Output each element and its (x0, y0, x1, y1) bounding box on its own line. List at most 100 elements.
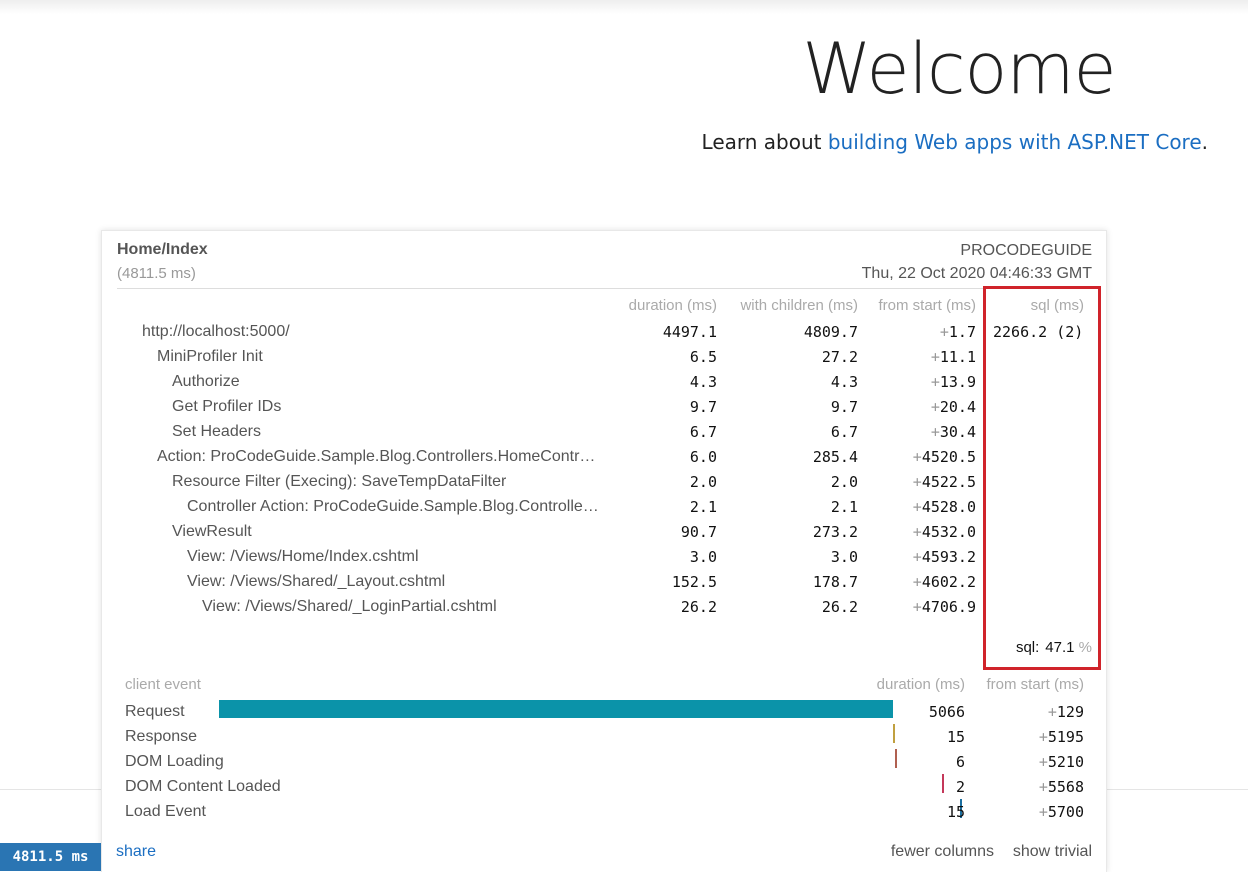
timing-duration: 9.7 (689, 398, 717, 416)
plus-sign: + (1038, 803, 1048, 821)
client-event-from-start: +129 (1048, 703, 1084, 721)
client-event-from-start-value: 5210 (1047, 753, 1084, 771)
client-col-header-event: client event (125, 676, 201, 693)
timing-with-children: 273.2 (812, 523, 858, 541)
client-event-duration: 2 (955, 778, 965, 796)
plus-sign: + (1047, 703, 1057, 721)
client-event-from-start: +5195 (1039, 728, 1084, 746)
client-event-name: DOM Content Loaded (125, 778, 281, 795)
timing-duration: 6.5 (689, 348, 717, 366)
timing-from-start-value: 4528.0 (921, 498, 976, 516)
timing-name[interactable]: ViewResult (172, 523, 252, 541)
timing-name[interactable]: Controller Action: ProCodeGuide.Sample.B… (187, 498, 602, 516)
timing-name[interactable]: Action: ProCodeGuide.Sample.Blog.Control… (157, 448, 602, 466)
timing-row[interactable]: Get Profiler IDs 9.7 9.7 +20.4 (102, 398, 1106, 423)
aspnet-docs-link[interactable]: building Web apps with ASP.NET Core (828, 130, 1202, 154)
learn-suffix: . (1201, 130, 1208, 154)
timing-row[interactable]: View: /Views/Shared/_Layout.cshtml 152.5 1… (102, 573, 1106, 598)
share-link[interactable]: share (116, 843, 156, 861)
timing-with-children: 2.0 (830, 473, 858, 491)
timing-name[interactable]: Get Profiler IDs (172, 398, 281, 416)
timing-name[interactable]: View: /Views/Home/Index.cshtml (187, 548, 419, 566)
client-col-header-duration: duration (ms) (876, 676, 965, 693)
client-event-duration: 15 (946, 728, 965, 746)
client-event-row: DOM Content Loaded 2 +5568 (102, 774, 1106, 803)
timing-from-start-value: 1.7 (948, 323, 976, 341)
timing-row[interactable]: Controller Action: ProCodeGuide.Sample.B… (102, 498, 1106, 523)
timing-row[interactable]: Set Headers 6.7 6.7 +30.4 (102, 423, 1106, 448)
col-header-duration: duration (ms) (628, 297, 717, 314)
fewer-columns-link[interactable]: fewer columns (891, 843, 994, 861)
plus-sign: + (912, 498, 922, 516)
timing-row[interactable]: Resource Filter (Execing): SaveTempDataF… (102, 473, 1106, 498)
sql-summary-value: 47.1 (1045, 639, 1075, 656)
timing-with-children: 26.2 (821, 598, 858, 616)
client-event-from-start-value: 129 (1056, 703, 1084, 721)
timing-from-start: +30.4 (931, 423, 976, 441)
show-trivial-link[interactable]: show trivial (1013, 843, 1092, 861)
client-event-from-start: +5700 (1039, 803, 1084, 821)
timing-with-children: 285.4 (812, 448, 858, 466)
col-header-with-children: with children (ms) (740, 297, 858, 314)
client-event-row: Request 5066 +129 (102, 700, 1106, 728)
timing-name[interactable]: http://localhost:5000/ (142, 323, 290, 341)
timing-from-start-value: 4532.0 (921, 523, 976, 541)
client-event-duration: 5066 (928, 703, 965, 721)
timing-duration: 4.3 (689, 373, 717, 391)
client-event-row: Response 15 +5195 (102, 724, 1106, 753)
timing-from-start: +4602.2 (913, 573, 976, 591)
plus-sign: + (912, 573, 922, 591)
timing-row[interactable]: View: /Views/Shared/_LoginPartial.cshtml… (102, 598, 1106, 623)
timing-with-children: 3.0 (830, 548, 858, 566)
timing-with-children: 178.7 (812, 573, 858, 591)
timing-from-start: +4706.9 (913, 598, 976, 616)
timing-name[interactable]: Resource Filter (Execing): SaveTempDataF… (172, 473, 506, 491)
client-event-from-start-value: 5568 (1047, 778, 1084, 796)
sql-summary-label: sql: (1015, 639, 1040, 656)
timing-name[interactable]: View: /Views/Shared/_Layout.cshtml (187, 573, 445, 591)
plus-sign: + (912, 548, 922, 566)
timing-name[interactable]: View: /Views/Shared/_LoginPartial.cshtml (202, 598, 497, 616)
profiler-title: Home/Index (117, 241, 208, 258)
learn-about-text: Learn about building Web apps with ASP.N… (702, 130, 1208, 154)
timing-row[interactable]: Authorize 4.3 4.3 +13.9 (102, 373, 1106, 398)
timing-with-children: 9.7 (830, 398, 858, 416)
sql-summary: sql: 47.1 % (1016, 639, 1092, 656)
client-event-bar (892, 724, 895, 743)
timing-name[interactable]: Set Headers (172, 423, 261, 441)
timing-row[interactable]: MiniProfiler Init 6.5 27.2 +11.1 (102, 348, 1106, 373)
timing-duration: 2.1 (689, 498, 717, 516)
timing-duration: 4497.1 (662, 323, 717, 341)
timing-from-start: +13.9 (931, 373, 976, 391)
profiler-badge[interactable]: 4811.5 ms (0, 843, 101, 871)
client-event-name: Load Event (125, 803, 206, 820)
timing-name[interactable]: MiniProfiler Init (157, 348, 263, 366)
plus-sign: + (1038, 728, 1048, 746)
timing-duration: 2.0 (689, 473, 717, 491)
timing-row[interactable]: View: /Views/Home/Index.cshtml 3.0 3.0 +459… (102, 548, 1106, 573)
timing-row[interactable]: ViewResult 90.7 273.2 +4532.0 (102, 523, 1106, 548)
sql-column-highlight (983, 286, 1101, 670)
timing-with-children: 4.3 (830, 373, 858, 391)
timing-from-start-value: 4593.2 (921, 548, 976, 566)
client-event-name: Request (125, 703, 185, 720)
timing-name[interactable]: Authorize (172, 373, 240, 391)
plus-sign: + (912, 448, 922, 466)
timing-from-start-value: 4602.2 (921, 573, 976, 591)
timing-duration: 6.0 (689, 448, 717, 466)
client-event-from-start-value: 5700 (1047, 803, 1084, 821)
timing-from-start: +4593.2 (913, 548, 976, 566)
timing-duration: 6.7 (689, 423, 717, 441)
timing-row[interactable]: Action: ProCodeGuide.Sample.Blog.Control… (102, 448, 1106, 473)
timing-from-start: +4532.0 (913, 523, 976, 541)
timing-from-start-value: 4522.5 (921, 473, 976, 491)
timing-duration: 26.2 (680, 598, 717, 616)
plus-sign: + (930, 373, 940, 391)
plus-sign: + (939, 323, 949, 341)
client-event-from-start-value: 5195 (1047, 728, 1084, 746)
timing-from-start: +4520.5 (913, 448, 976, 466)
timing-from-start: +11.1 (931, 348, 976, 366)
timing-with-children: 4809.7 (803, 323, 858, 341)
timing-row[interactable]: http://localhost:5000/4497.1 4809.7 +1.7 22… (102, 323, 1106, 348)
plus-sign: + (912, 598, 922, 616)
